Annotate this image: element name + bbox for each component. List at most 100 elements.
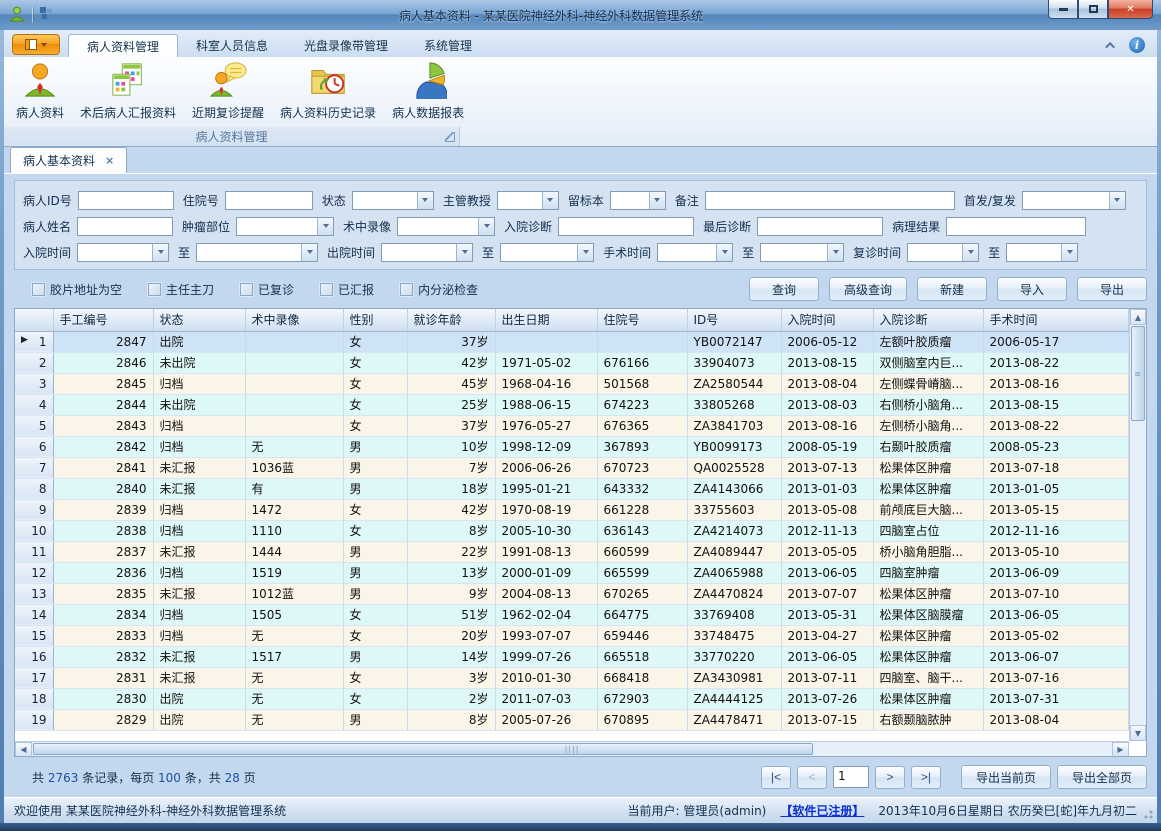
table-row[interactable]: 132835未汇报1012蓝男9岁2004-08-13670265ZA44708…	[15, 583, 1129, 604]
collapse-ribbon-icon[interactable]	[1105, 41, 1115, 51]
chevron-down-icon[interactable]	[962, 244, 978, 261]
table-row[interactable]: 162832未汇报1517男14岁1999-07-266655183377022…	[15, 646, 1129, 667]
filter-combo-surgery-date-from[interactable]	[657, 243, 733, 262]
column-header-10[interactable]: 入院诊断	[873, 309, 983, 331]
column-header-11[interactable]: 手术时间	[983, 309, 1129, 331]
table-row[interactable]: ▶12847出院女37岁YB00721472006-05-12左额叶胶质瘤200…	[15, 331, 1129, 352]
checkbox-box-film-address-empty[interactable]	[32, 283, 45, 296]
tab-system-management[interactable]: 系统管理	[406, 34, 490, 57]
chevron-down-icon[interactable]	[577, 244, 593, 261]
maximize-button[interactable]	[1078, 0, 1108, 19]
table-row[interactable]: 52843归档女37岁1976-05-27676365ZA38417032013…	[15, 415, 1129, 436]
table-row[interactable]: 22846未出院女42岁1971-05-02676166339040732013…	[15, 352, 1129, 373]
table-row[interactable]: 182830出院无女2岁2011-07-03672903ZA4444125201…	[15, 688, 1129, 709]
app-menu-button[interactable]	[12, 34, 60, 55]
tab-patient-basic-info[interactable]: 病人基本资料 ×	[10, 147, 127, 173]
chevron-down-icon[interactable]	[152, 244, 168, 261]
export-all-pages-button[interactable]: 导出全部页	[1057, 765, 1147, 789]
filter-combo-discharge-date-to[interactable]	[500, 243, 594, 262]
table-row[interactable]: 112837未汇报1444男22岁1991-08-13660599ZA40894…	[15, 541, 1129, 562]
table-row[interactable]: 192829出院无男8岁2005-07-26670895ZA4478471201…	[15, 709, 1129, 730]
checkbox-film-address-empty[interactable]: 胶片地址为空	[32, 281, 122, 298]
minimize-button[interactable]	[1048, 0, 1078, 19]
tab-staff-info[interactable]: 科室人员信息	[178, 34, 286, 57]
first-page-button[interactable]: |<	[761, 766, 791, 789]
chevron-down-icon[interactable]	[417, 192, 433, 209]
next-page-button[interactable]: >	[875, 766, 905, 789]
chevron-down-icon[interactable]	[478, 218, 494, 235]
table-row[interactable]: 62842归档无男10岁1998-12-09367893YB0099173200…	[15, 436, 1129, 457]
tab-disc-video-management[interactable]: 光盘录像带管理	[286, 34, 406, 57]
export-current-page-button[interactable]: 导出当前页	[961, 765, 1051, 789]
chevron-down-icon[interactable]	[827, 244, 843, 261]
filter-input-admission-no[interactable]	[225, 191, 313, 210]
filter-combo-tumor-site[interactable]	[236, 217, 334, 236]
filter-combo-revisit-date-from[interactable]	[907, 243, 979, 262]
tab-close-icon[interactable]: ×	[105, 154, 114, 167]
table-row[interactable]: 92839归档1472女42岁1970-08-19661228337556032…	[15, 499, 1129, 520]
checkbox-box-endocrine-exam[interactable]	[400, 283, 413, 296]
scroll-right-icon[interactable]: ▶	[1112, 742, 1129, 757]
column-header-6[interactable]: 出生日期	[495, 309, 597, 331]
scroll-left-icon[interactable]: ◀	[15, 742, 32, 757]
filter-combo-intraop-video[interactable]	[397, 217, 495, 236]
table-row[interactable]: 72841未汇报1036蓝男7岁2006-06-26670723QA002552…	[15, 457, 1129, 478]
chevron-down-icon[interactable]	[317, 218, 333, 235]
filter-combo-specimen-kept[interactable]	[610, 191, 666, 210]
import-button[interactable]: 导入	[997, 277, 1067, 301]
column-header-3[interactable]: 术中录像	[245, 309, 343, 331]
chevron-down-icon[interactable]	[649, 192, 665, 209]
filter-input-remark[interactable]	[705, 191, 955, 210]
table-row[interactable]: 32845归档女45岁1968-04-16501568ZA25805442013…	[15, 373, 1129, 394]
filter-combo-surgery-date-to[interactable]	[760, 243, 844, 262]
column-header-9[interactable]: 入院时间	[781, 309, 873, 331]
dialog-launcher-icon[interactable]	[445, 132, 455, 142]
checkbox-revisited[interactable]: 已复诊	[240, 281, 294, 298]
chevron-down-icon[interactable]	[456, 244, 472, 261]
vertical-scrollbar[interactable]: ▲ ≡ ▼	[1129, 309, 1146, 741]
column-header-7[interactable]: 住院号	[597, 309, 687, 331]
tab-patient-data-management[interactable]: 病人资料管理	[68, 34, 178, 57]
chevron-down-icon[interactable]	[301, 244, 317, 261]
column-header-4[interactable]: 性别	[343, 309, 407, 331]
checkbox-chief-surgeon[interactable]: 主任主刀	[148, 281, 214, 298]
horizontal-scrollbar[interactable]: ◀ |||| ▶	[15, 741, 1129, 756]
table-row[interactable]: 102838归档1110女8岁2005-10-30636143ZA4214073…	[15, 520, 1129, 541]
chevron-down-icon[interactable]	[716, 244, 732, 261]
info-icon[interactable]: i	[1129, 37, 1145, 53]
filter-combo-revisit-date-to[interactable]	[1006, 243, 1078, 262]
column-header-8[interactable]: ID号	[687, 309, 781, 331]
table-row[interactable]: 142834归档1505女51岁1962-02-0466477533769408…	[15, 604, 1129, 625]
checkbox-box-reported[interactable]	[320, 283, 333, 296]
column-header-2[interactable]: 状态	[153, 309, 245, 331]
horizontal-scroll-thumb[interactable]: ||||	[33, 743, 813, 755]
filter-input-patient-name[interactable]	[77, 217, 173, 236]
last-page-button[interactable]: >|	[911, 766, 941, 789]
filter-combo-admission-date-from[interactable]	[77, 243, 169, 262]
checkbox-endocrine-exam[interactable]: 内分泌检查	[400, 281, 478, 298]
table-row[interactable]: 42844未出院女25岁1988-06-15674223338052682013…	[15, 394, 1129, 415]
advanced-query-button[interactable]: 高级查询	[829, 277, 907, 301]
filter-combo-discharge-date-from[interactable]	[381, 243, 473, 262]
data-report-button[interactable]: 病人数据报表	[384, 59, 472, 127]
column-header-5[interactable]: 就诊年龄	[407, 309, 495, 331]
table-row[interactable]: 152833归档无女20岁1993-07-0765944633748475201…	[15, 625, 1129, 646]
table-row[interactable]: 122836归档1519男13岁2000-01-09665599ZA406598…	[15, 562, 1129, 583]
chevron-down-icon[interactable]	[542, 192, 558, 209]
postop-report-button[interactable]: 术后病人汇报资料	[72, 59, 184, 127]
registered-link[interactable]: 【软件已注册】	[780, 802, 864, 819]
filter-combo-first-or-recurrence[interactable]	[1022, 191, 1126, 210]
filter-input-final-diagnosis[interactable]	[757, 217, 883, 236]
patient-data-button[interactable]: 病人资料	[8, 59, 72, 127]
chevron-down-icon[interactable]	[1109, 192, 1125, 209]
filter-combo-status[interactable]	[352, 191, 434, 210]
table-row[interactable]: 82840未汇报有男18岁1995-01-21643332ZA414306620…	[15, 478, 1129, 499]
scroll-down-icon[interactable]: ▼	[1130, 725, 1146, 741]
page-input[interactable]: 1	[833, 766, 869, 788]
close-button[interactable]: ✕	[1108, 0, 1153, 19]
filter-combo-admission-date-to[interactable]	[196, 243, 318, 262]
checkbox-reported[interactable]: 已汇报	[320, 281, 374, 298]
export-button[interactable]: 导出	[1077, 277, 1147, 301]
resize-grip-icon[interactable]	[1141, 807, 1153, 819]
filter-combo-chief-professor[interactable]	[497, 191, 559, 210]
